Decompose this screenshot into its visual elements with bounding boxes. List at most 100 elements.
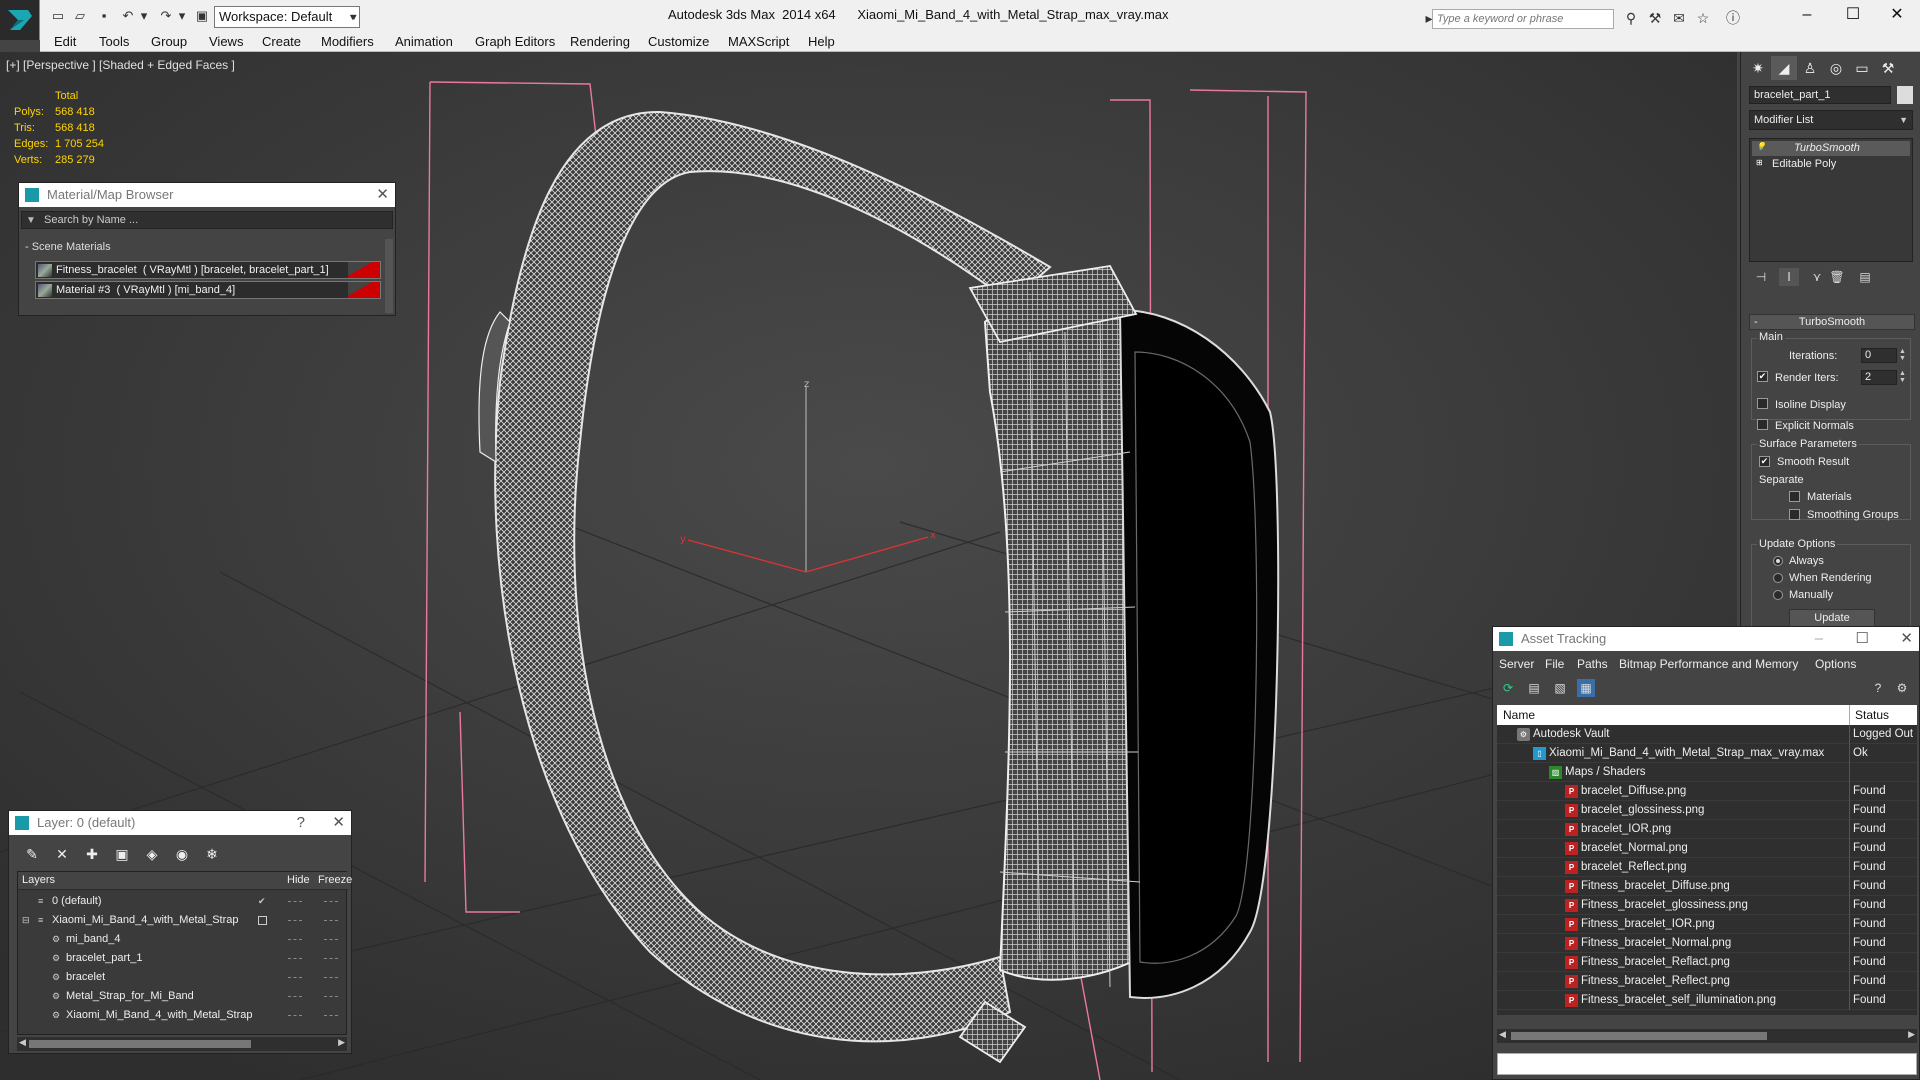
- workspace-dropdown-icon[interactable]: ▼: [346, 9, 362, 25]
- workspace-select[interactable]: Workspace: Default ▼: [214, 6, 360, 28]
- asset-row[interactable]: Pbracelet_Normal.png Found: [1497, 839, 1917, 858]
- thumbnail-view-icon[interactable]: ▧: [1551, 679, 1569, 697]
- create-tab-icon[interactable]: ✷: [1745, 56, 1771, 80]
- hide-toggle[interactable]: [288, 901, 302, 902]
- remove-modifier-icon[interactable]: 🗑: [1827, 268, 1847, 286]
- spinner-arrows-icon[interactable]: ▲ ▼: [1899, 348, 1907, 363]
- col-layers[interactable]: Layers: [22, 874, 55, 886]
- layer-row[interactable]: ⚙ bracelet_part_1: [18, 949, 348, 968]
- material-item[interactable]: Fitness_bracelet ( VRayMtl ) [bracelet, …: [35, 261, 381, 279]
- help-button[interactable]: ?: [297, 811, 305, 835]
- layer-row[interactable]: ⊟ ≡ Xiaomi_Mi_Band_4_with_Metal_Strap: [18, 911, 348, 930]
- menu-modifiers[interactable]: Modifiers: [321, 34, 374, 49]
- hide-toggle[interactable]: [288, 958, 302, 959]
- collapse-icon[interactable]: ⊟: [22, 915, 32, 925]
- make-unique-icon[interactable]: ⋎: [1807, 268, 1827, 286]
- material-search-input[interactable]: ▼ Search by Name ...: [21, 211, 393, 229]
- scroll-right-icon[interactable]: ▶: [338, 1037, 345, 1048]
- col-status[interactable]: Status: [1855, 708, 1889, 722]
- settings-icon[interactable]: ⚙: [1893, 679, 1911, 697]
- spinner-arrows-icon[interactable]: ▲ ▼: [1899, 370, 1907, 385]
- maximize-button[interactable]: ☐: [1856, 627, 1869, 651]
- project-folder-icon[interactable]: ▣: [194, 8, 210, 24]
- layer-row[interactable]: ⚙ Metal_Strap_for_Mi_Band: [18, 987, 348, 1006]
- layer-dialog-titlebar[interactable]: Layer: 0 (default) ? ✕: [9, 811, 351, 835]
- isoline-display-checkbox[interactable]: [1757, 398, 1768, 409]
- close-icon[interactable]: ✕: [1900, 627, 1913, 651]
- asset-path-field[interactable]: [1497, 1053, 1917, 1075]
- render-iters-checkbox[interactable]: ✔: [1757, 371, 1768, 382]
- asset-row[interactable]: ▨ Maps / Shaders: [1497, 763, 1917, 782]
- smooth-result-checkbox[interactable]: ✔: [1759, 456, 1770, 467]
- menu-tools[interactable]: Tools: [99, 34, 129, 49]
- menu-group[interactable]: Group: [151, 34, 187, 49]
- iterations-spinner[interactable]: 0: [1861, 348, 1897, 363]
- delete-layer-icon[interactable]: ✕: [51, 843, 73, 865]
- scene-materials-header[interactable]: - Scene Materials: [25, 241, 111, 253]
- freeze-toggle[interactable]: [324, 939, 338, 940]
- asset-row[interactable]: P Fitness_bracelet_Reflect.png Found: [1497, 972, 1917, 991]
- pin-stack-icon[interactable]: ⊣: [1751, 268, 1771, 286]
- communication-icon[interactable]: ✉: [1670, 10, 1688, 26]
- menu-maxscript[interactable]: MAXScript: [728, 34, 789, 49]
- object-color-swatch[interactable]: [1897, 86, 1913, 104]
- scrollbar[interactable]: [385, 239, 393, 313]
- hide-toggle[interactable]: [288, 1015, 302, 1016]
- redo-dropdown-icon[interactable]: ▾: [174, 8, 190, 24]
- create-layer-icon[interactable]: ✎: [21, 843, 43, 865]
- col-hide[interactable]: Hide: [287, 874, 310, 886]
- minimize-button[interactable]: –: [1792, 4, 1822, 26]
- table-view-icon[interactable]: ▦: [1577, 679, 1595, 697]
- menu-customize[interactable]: Customize: [648, 34, 709, 49]
- horizontal-scrollbar[interactable]: ◀ ▶: [1497, 1029, 1917, 1043]
- scroll-left-icon[interactable]: ◀: [1499, 1029, 1506, 1040]
- scroll-left-icon[interactable]: ◀: [19, 1037, 26, 1048]
- redo-icon[interactable]: ↷: [158, 8, 174, 24]
- asset-row[interactable]: P Fitness_bracelet_self_illumination.png F…: [1497, 991, 1917, 1010]
- freeze-toggle[interactable]: [324, 977, 338, 978]
- close-icon[interactable]: ✕: [376, 183, 389, 207]
- scroll-thumb[interactable]: [29, 1040, 251, 1048]
- asset-row[interactable]: P Fitness_bracelet_Reflact.png Found: [1497, 953, 1917, 972]
- menu-bitmap-performance[interactable]: Bitmap Performance and Memory: [1619, 657, 1798, 671]
- update-manually-radio[interactable]: [1773, 590, 1783, 600]
- asset-row[interactable]: ▯ Xiaomi_Mi_Band_4_with_Metal_Strap_max_v…: [1497, 744, 1917, 763]
- undo-dropdown-icon[interactable]: ▾: [136, 8, 152, 24]
- menu-create[interactable]: Create: [262, 34, 301, 49]
- set-current-box-icon[interactable]: [258, 916, 267, 925]
- app-logo[interactable]: [0, 0, 40, 40]
- search-input[interactable]: Type a keyword or phrase: [1432, 9, 1614, 29]
- update-when-rendering-radio[interactable]: [1773, 573, 1783, 583]
- display-tab-icon[interactable]: ▭: [1849, 56, 1875, 80]
- menu-help[interactable]: Help: [808, 34, 835, 49]
- viewport-label[interactable]: [+] [Perspective ] [Shaded + Edged Faces…: [6, 58, 235, 72]
- menu-options[interactable]: Options: [1815, 657, 1856, 671]
- subscription-icon[interactable]: ⚒: [1646, 10, 1664, 26]
- freeze-toggle[interactable]: [324, 901, 338, 902]
- select-objects-icon[interactable]: ▣: [111, 843, 133, 865]
- light-bulb-icon[interactable]: 💡: [1756, 143, 1766, 151]
- modify-tab-icon[interactable]: ◢: [1771, 56, 1797, 80]
- current-layer-check-icon[interactable]: ✔: [258, 896, 268, 906]
- layer-row[interactable]: ⚙ Xiaomi_Mi_Band_4_with_Metal_Strap: [18, 1006, 348, 1025]
- menu-graph-editors[interactable]: Graph Editors: [475, 34, 555, 49]
- highlight-layer-icon[interactable]: ◈: [141, 843, 163, 865]
- hide-toggle[interactable]: [288, 920, 302, 921]
- refresh-icon[interactable]: ⟳: [1499, 679, 1517, 697]
- stack-item-turbosmooth[interactable]: 💡 TurboSmooth: [1752, 141, 1910, 156]
- freeze-toggle[interactable]: [324, 1015, 338, 1016]
- hierarchy-tab-icon[interactable]: ♙: [1797, 56, 1823, 80]
- hide-toggle[interactable]: [288, 996, 302, 997]
- asset-row[interactable]: Pbracelet_IOR.png Found: [1497, 820, 1917, 839]
- new-file-icon[interactable]: ▭: [50, 8, 66, 24]
- close-icon[interactable]: ✕: [332, 811, 345, 835]
- favorites-star-icon[interactable]: ☆: [1694, 10, 1712, 26]
- scroll-thumb[interactable]: [1511, 1032, 1767, 1040]
- stack-item-editable-poly[interactable]: ⊞ Editable Poly: [1752, 157, 1910, 172]
- menu-server[interactable]: Server: [1499, 657, 1534, 671]
- separate-materials-checkbox[interactable]: [1789, 491, 1800, 502]
- search-options-icon[interactable]: ▼: [26, 215, 36, 226]
- update-button[interactable]: Update: [1789, 609, 1875, 627]
- close-button[interactable]: ✕: [1882, 4, 1912, 26]
- save-icon[interactable]: ▪: [96, 8, 112, 24]
